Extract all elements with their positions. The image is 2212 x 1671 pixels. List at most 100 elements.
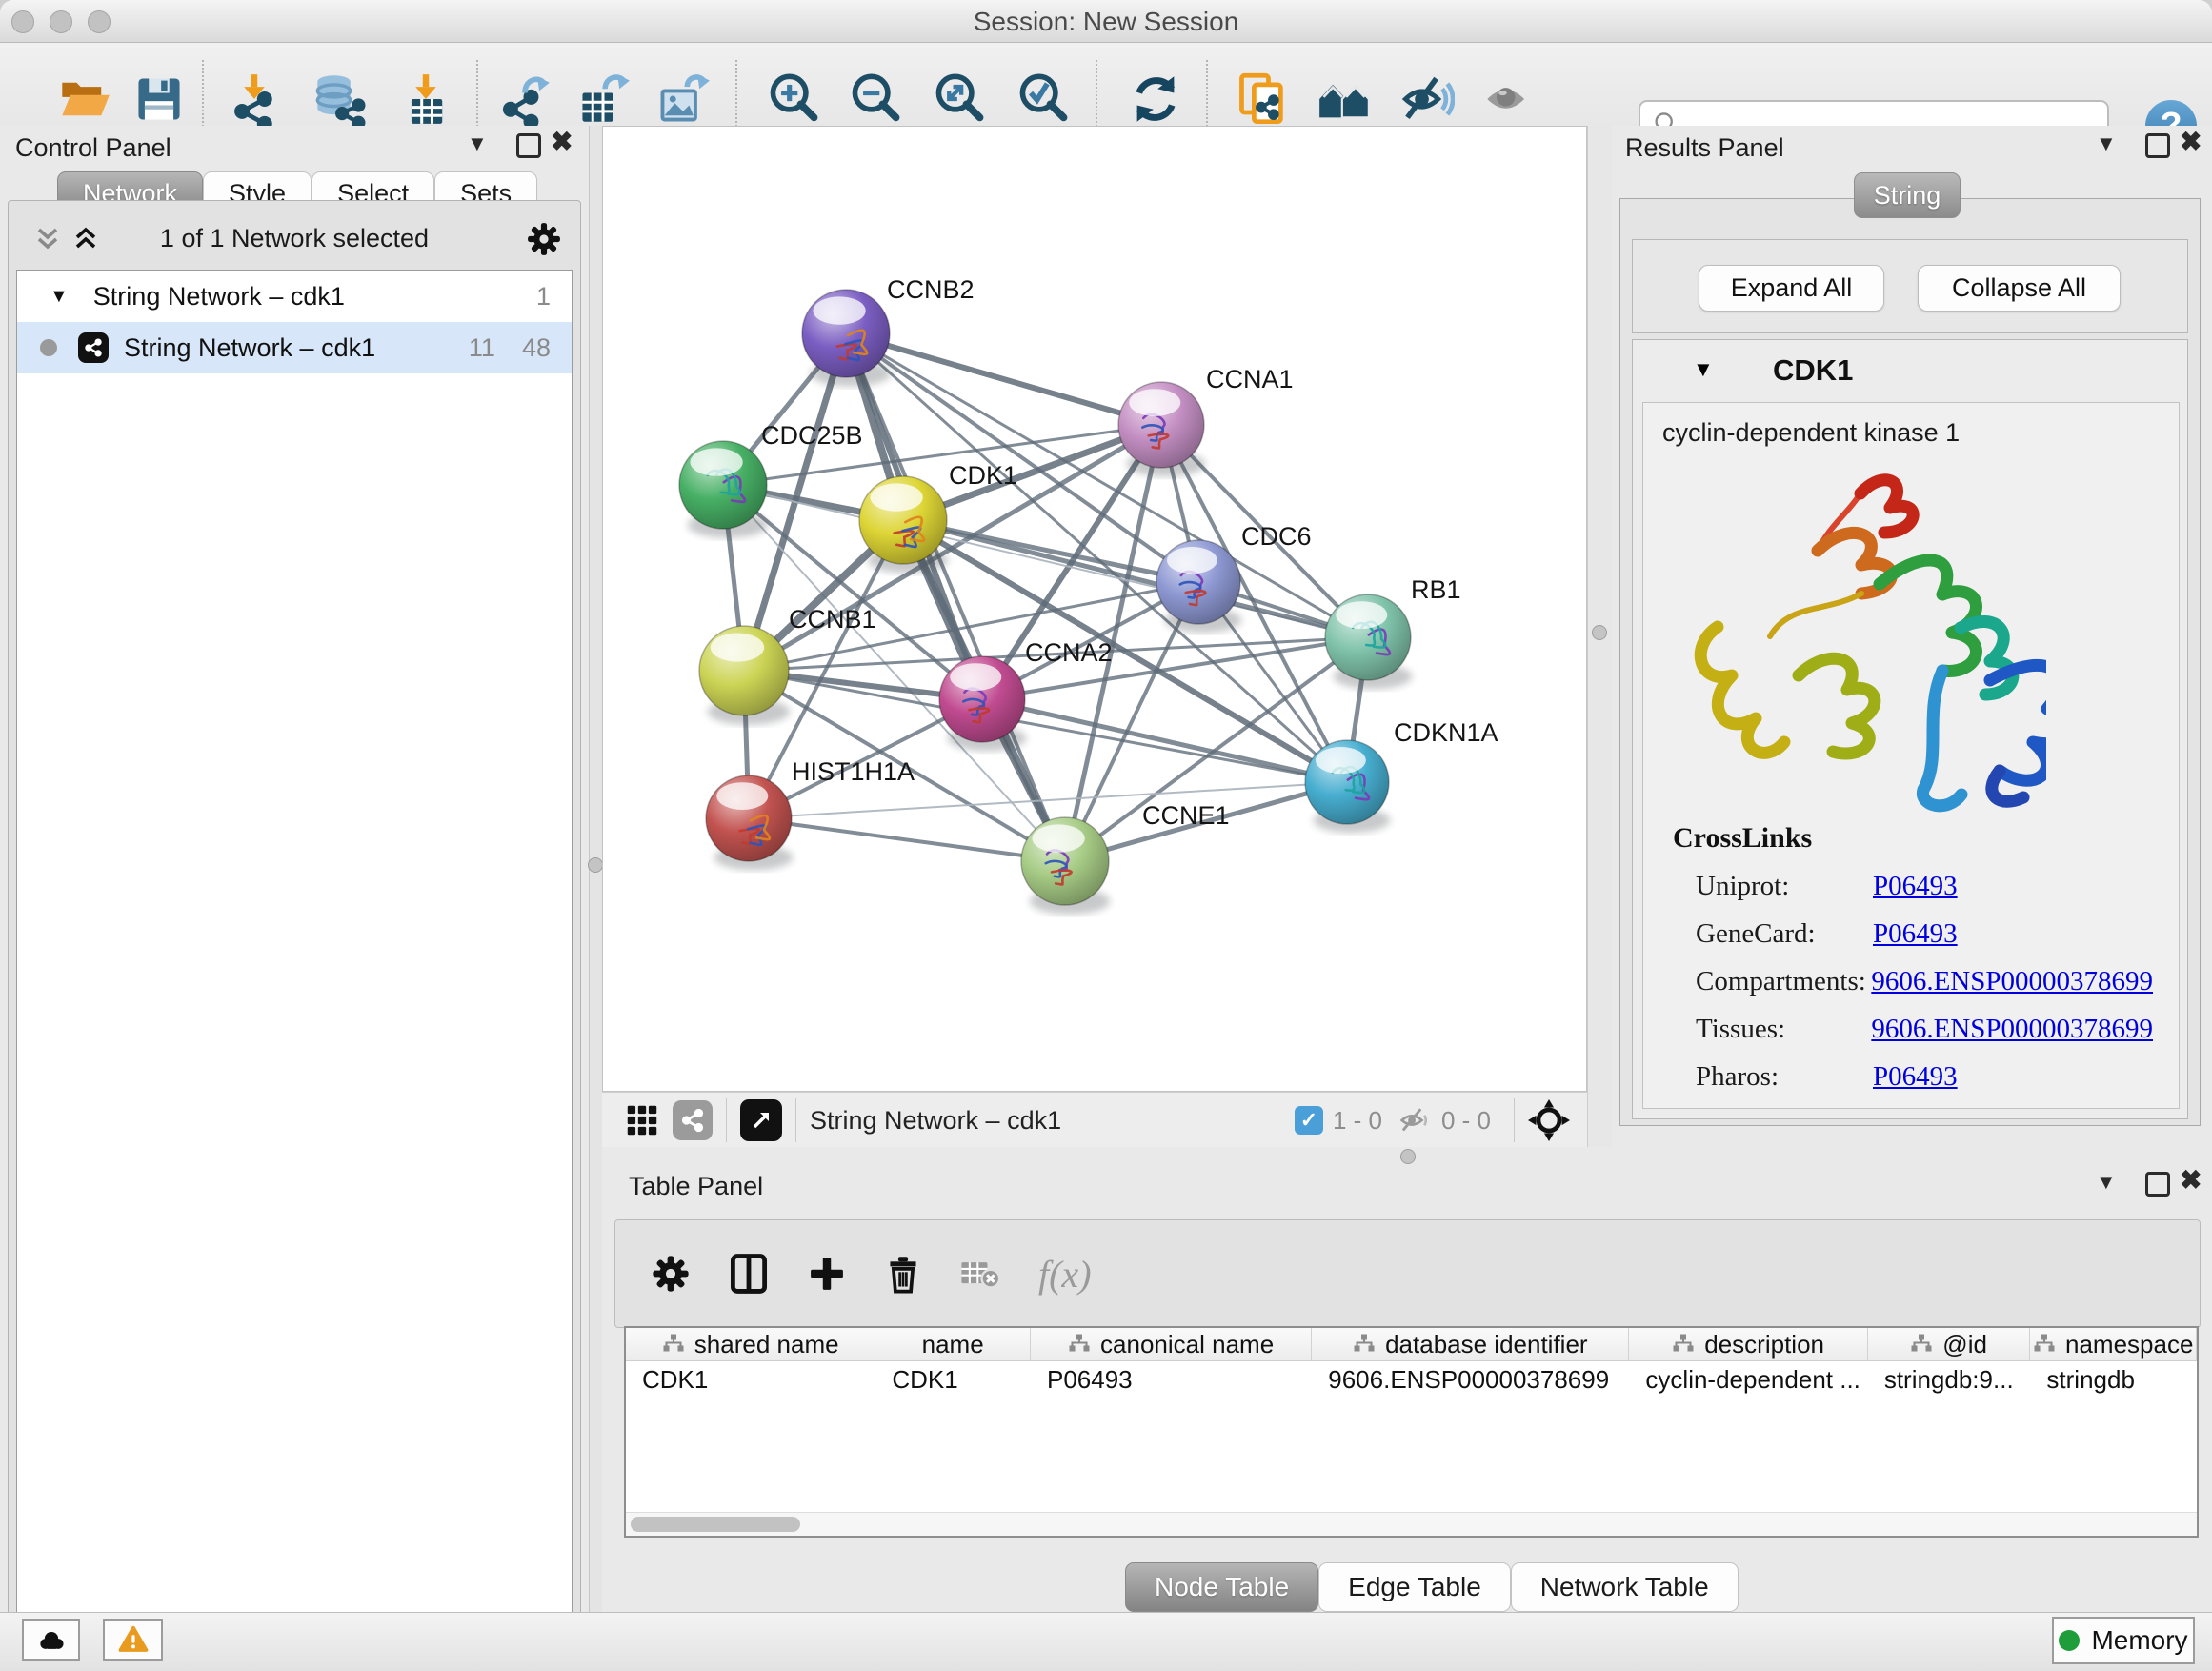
crosslink-link[interactable]: P06493 (1873, 1061, 1958, 1093)
network-node-cdkn1a[interactable]: CDKN1A (1305, 718, 1498, 833)
memory-button[interactable]: Memory (2052, 1617, 2195, 1664)
main-toolbar: ? (0, 43, 2212, 127)
collapse-all-button[interactable]: Collapse All (1918, 265, 2121, 312)
node-table[interactable]: shared namenamecanonical namedatabase id… (624, 1326, 2199, 1538)
table-cell[interactable]: cyclin-dependent ... (1629, 1360, 1867, 1399)
grid-view-icon[interactable] (625, 1103, 659, 1137)
add-column-icon[interactable] (806, 1253, 848, 1295)
toolbar-separator (726, 1098, 727, 1142)
tab-node-table[interactable]: Node Table (1125, 1562, 1318, 1612)
network-canvas[interactable]: CCNB2CCNA1CDC25BCDK1CDC6RB1CCNB1CCNA2CDK… (602, 126, 1587, 1092)
table-cell[interactable]: CDK1 (875, 1360, 1031, 1399)
import-database-icon[interactable] (312, 71, 368, 127)
refresh-icon[interactable] (1128, 71, 1183, 127)
panel-close-icon[interactable]: ✖ (551, 126, 573, 157)
network-row[interactable]: String Network – cdk1 11 48 (17, 322, 572, 373)
memory-label: Memory (2091, 1625, 2187, 1656)
panel-float-icon[interactable] (516, 133, 541, 158)
table-row[interactable]: CDK1CDK1P064939606.ENSP00000378699cyclin… (626, 1360, 2197, 1399)
node-label: RB1 (1411, 575, 1461, 604)
network-view-toolbar: String Network – cdk1 ✓ 1 - 0 0 - 0 (602, 1092, 1587, 1148)
column-header-description[interactable]: description (1629, 1328, 1867, 1360)
export-table-icon[interactable] (575, 71, 631, 127)
divider-handle[interactable] (1592, 625, 1607, 640)
table-gear-icon[interactable] (650, 1253, 692, 1295)
network-view-icon[interactable] (673, 1100, 713, 1140)
import-table-icon[interactable] (398, 71, 453, 127)
protein-structure-image (1675, 460, 2046, 813)
crosslink-link[interactable]: P06493 (1873, 918, 1958, 950)
table-cell[interactable]: stringdb (2030, 1360, 2197, 1399)
gear-icon[interactable] (525, 220, 563, 258)
zoom-fit-icon[interactable] (932, 71, 987, 127)
zoom-selected-icon[interactable] (1016, 71, 1071, 127)
column-header-namespace[interactable]: namespace (2030, 1328, 2197, 1360)
network-collection-row[interactable]: ▼ String Network – cdk1 1 (17, 271, 572, 322)
network-node-ccnb2[interactable]: CCNB2 (802, 275, 975, 387)
panel-collapse-icon[interactable]: ▼ (2096, 1170, 2117, 1195)
houses-icon[interactable] (1317, 71, 1372, 127)
crosslink-link[interactable]: 9606.ENSP00000378699 (1871, 966, 2153, 997)
table-cell[interactable]: 9606.ENSP00000378699 (1312, 1360, 1629, 1399)
tree-expander-icon[interactable]: ▼ (50, 286, 69, 308)
zoom-in-icon[interactable] (766, 71, 821, 127)
select-columns-icon[interactable] (726, 1251, 772, 1297)
table-cell[interactable]: stringdb:9... (1868, 1360, 2031, 1399)
column-header-canonical-name[interactable]: canonical name (1031, 1328, 1312, 1360)
section-expander-icon[interactable]: ▼ (1693, 357, 1714, 382)
crosshair-icon[interactable] (1528, 1099, 1570, 1141)
panel-float-icon[interactable] (2145, 1172, 2170, 1197)
tab-network-table[interactable]: Network Table (1511, 1562, 1739, 1612)
delete-column-icon[interactable] (882, 1253, 924, 1295)
toolbar-separator (476, 60, 478, 134)
panel-divider[interactable] (589, 126, 603, 1612)
network-node-cdk1[interactable]: CDK1 (859, 461, 1017, 574)
zoom-out-icon[interactable] (848, 71, 903, 127)
panel-collapse-icon[interactable]: ▼ (2096, 131, 2117, 156)
import-network-icon[interactable] (227, 71, 282, 127)
selected-checkbox-icon[interactable]: ✓ (1295, 1106, 1323, 1135)
string-network-graph[interactable]: CCNB2CCNA1CDC25BCDK1CDC6RB1CCNB1CCNA2CDK… (603, 127, 1586, 1091)
splitter-handle[interactable] (1400, 1149, 1416, 1164)
table-h-scrollbar[interactable] (626, 1512, 2197, 1536)
panel-close-icon[interactable]: ✖ (2180, 1164, 2202, 1196)
network-edge[interactable] (846, 333, 1161, 425)
tab-string[interactable]: String (1854, 172, 1961, 218)
function-builder-icon: f(x) (1038, 1252, 1092, 1297)
network-node-ccna1[interactable]: CCNA1 (1118, 365, 1294, 477)
table-cell[interactable]: CDK1 (626, 1360, 875, 1399)
table-cell[interactable]: P06493 (1031, 1360, 1312, 1399)
network-icon (78, 332, 109, 363)
save-session-icon[interactable] (131, 71, 187, 127)
column-header-@id[interactable]: @id (1868, 1328, 2031, 1360)
warning-button[interactable] (103, 1619, 163, 1661)
crosslink-link[interactable]: P06493 (1873, 871, 1958, 902)
panel-float-icon[interactable] (2145, 133, 2170, 158)
column-header-database-identifier[interactable]: database identifier (1312, 1328, 1629, 1360)
network-edge[interactable] (749, 782, 1347, 818)
horizontal-splitter[interactable] (602, 1147, 2212, 1164)
network-edge[interactable] (749, 818, 1065, 861)
tab-edge-table[interactable]: Edge Table (1318, 1562, 1511, 1612)
open-session-icon[interactable] (57, 71, 112, 127)
panel-divider[interactable] (1587, 126, 1614, 1147)
network-node-rb1[interactable]: RB1 (1325, 575, 1461, 690)
duplicate-network-icon[interactable] (1235, 71, 1290, 127)
column-header-shared-name[interactable]: shared name (626, 1328, 875, 1360)
export-network-icon[interactable] (497, 71, 553, 127)
expand-all-button[interactable]: Expand All (1699, 265, 1884, 312)
panel-close-icon[interactable]: ✖ (2180, 126, 2202, 157)
table-panel-title: Table Panel (629, 1172, 763, 1201)
birds-eye-icon[interactable] (740, 1099, 782, 1141)
hidden-eye-icon[interactable] (1399, 1104, 1432, 1137)
panel-collapse-icon[interactable]: ▼ (467, 131, 488, 156)
scrollbar-thumb[interactable] (631, 1517, 800, 1532)
crosslink-link[interactable]: 9606.ENSP00000378699 (1871, 1014, 2153, 1045)
column-header-name[interactable]: name (875, 1328, 1031, 1360)
cloud-button[interactable] (22, 1619, 80, 1661)
hide-selected-icon[interactable] (1400, 71, 1456, 127)
show-all-icon[interactable] (1482, 71, 1538, 127)
export-image-icon[interactable] (655, 71, 711, 127)
network-edge[interactable] (982, 699, 1347, 782)
divider-handle[interactable] (588, 857, 603, 873)
